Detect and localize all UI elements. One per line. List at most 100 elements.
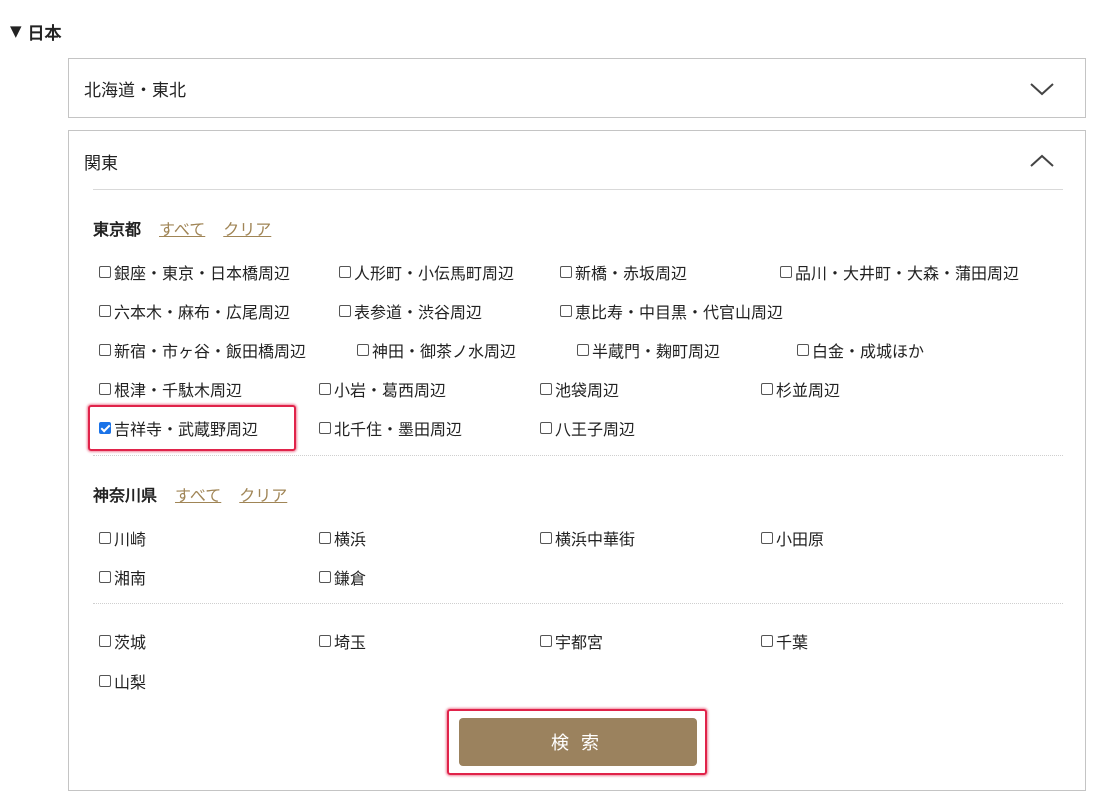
- option-label: 北千住・墨田周辺: [334, 420, 463, 439]
- checkbox[interactable]: [99, 675, 111, 687]
- option-label: 新橋・赤坂周辺: [575, 264, 688, 283]
- checkbox-option[interactable]: 埼玉: [319, 629, 366, 653]
- checkbox[interactable]: [319, 383, 331, 395]
- prefecture-name: 神奈川県: [93, 486, 158, 505]
- checkbox-option[interactable]: 神田・御茶ノ水周辺: [357, 338, 516, 362]
- checkbox[interactable]: [99, 571, 111, 583]
- option-label: 茨城: [114, 633, 147, 652]
- option-label: 恵比寿・中目黒・代官山周辺: [575, 303, 784, 322]
- checkbox-option[interactable]: 白金・成城ほか: [797, 338, 924, 362]
- option-label: 鎌倉: [334, 569, 367, 588]
- accordion-title[interactable]: 関東: [84, 149, 118, 174]
- select-all-link[interactable]: すべて: [175, 482, 221, 506]
- checkbox[interactable]: [339, 266, 351, 278]
- option-label: 横浜: [334, 530, 367, 549]
- checkbox[interactable]: [761, 635, 773, 647]
- checkbox[interactable]: [560, 305, 572, 317]
- checkbox-checked[interactable]: [99, 422, 111, 434]
- checkbox-option[interactable]: 小岩・葛西周辺: [319, 377, 446, 401]
- checkbox[interactable]: [540, 635, 552, 647]
- checkbox-option[interactable]: 北千住・墨田周辺: [319, 416, 462, 440]
- checkbox-option[interactable]: 鎌倉: [319, 565, 366, 589]
- section-header-japan[interactable]: ▼ 日本: [10, 18, 62, 44]
- prefecture-name: 東京都: [93, 220, 142, 239]
- option-label: 山梨: [114, 673, 147, 692]
- divider: [93, 189, 1063, 190]
- accordion-hokkaido-tohoku[interactable]: 北海道・東北: [68, 58, 1086, 118]
- checkbox-option[interactable]: 恵比寿・中目黒・代官山周辺: [560, 299, 783, 323]
- triangle-down-icon: ▼: [10, 22, 22, 40]
- option-label: 六本木・麻布・広尾周辺: [114, 303, 291, 322]
- checkbox[interactable]: [577, 344, 589, 356]
- divider: [93, 455, 1063, 456]
- prefecture-row-kanagawa: 神奈川県 すべて クリア: [93, 482, 287, 506]
- checkbox[interactable]: [319, 571, 331, 583]
- option-label: 杉並周辺: [776, 381, 841, 400]
- option-label: 横浜中華街: [555, 530, 636, 549]
- accordion-kanto: 関東 東京都 すべて クリア 銀座・東京・日本橋周辺 人形町・小伝馬町周辺 新橋・赤…: [68, 130, 1086, 791]
- option-label: 小岩・葛西周辺: [334, 381, 447, 400]
- checkbox-option[interactable]: 根津・千駄木周辺: [99, 377, 242, 401]
- checkbox-option[interactable]: 千葉: [761, 629, 808, 653]
- checkbox[interactable]: [540, 422, 552, 434]
- divider: [93, 603, 1063, 604]
- checkbox[interactable]: [560, 266, 572, 278]
- checkbox[interactable]: [540, 383, 552, 395]
- checkbox-option[interactable]: 八王子周辺: [540, 416, 635, 440]
- checkbox-option[interactable]: 小田原: [761, 526, 824, 550]
- checkbox[interactable]: [357, 344, 369, 356]
- checkbox-option[interactable]: 品川・大井町・大森・蒲田周辺: [780, 260, 1019, 284]
- checkbox[interactable]: [99, 532, 111, 544]
- checkbox[interactable]: [319, 635, 331, 647]
- checkbox-option[interactable]: 銀座・東京・日本橋周辺: [99, 260, 290, 284]
- option-label: 池袋周辺: [555, 381, 620, 400]
- checkbox-option[interactable]: 湘南: [99, 565, 146, 589]
- checkbox-option[interactable]: 人形町・小伝馬町周辺: [339, 260, 514, 284]
- search-button[interactable]: 検索: [459, 718, 697, 766]
- checkbox[interactable]: [99, 305, 111, 317]
- checkbox[interactable]: [99, 383, 111, 395]
- checkbox[interactable]: [797, 344, 809, 356]
- checkbox[interactable]: [761, 383, 773, 395]
- checkbox-option[interactable]: 横浜: [319, 526, 366, 550]
- option-label: 小田原: [776, 530, 825, 549]
- checkbox-option[interactable]: 新宿・市ヶ谷・飯田橋周辺: [99, 338, 306, 362]
- option-label: 白金・成城ほか: [812, 342, 925, 361]
- checkbox-option[interactable]: 川崎: [99, 526, 146, 550]
- checkbox[interactable]: [761, 532, 773, 544]
- checkbox-option[interactable]: 池袋周辺: [540, 377, 619, 401]
- checkbox[interactable]: [339, 305, 351, 317]
- clear-link[interactable]: クリア: [223, 216, 271, 240]
- checkbox[interactable]: [319, 422, 331, 434]
- option-label: 神田・御茶ノ水周辺: [372, 342, 517, 361]
- checkbox-option[interactable]: 半蔵門・麹町周辺: [577, 338, 720, 362]
- checkbox-option[interactable]: 杉並周辺: [761, 377, 840, 401]
- clear-link[interactable]: クリア: [239, 482, 287, 506]
- page: ▼ 日本 北海道・東北 関東 東京都 すべて クリア 銀座・東京・日本橋周辺 人形…: [0, 0, 1093, 793]
- checkbox[interactable]: [99, 635, 111, 647]
- checkbox[interactable]: [99, 344, 111, 356]
- select-all-link[interactable]: すべて: [159, 216, 205, 240]
- option-label: 埼玉: [334, 633, 367, 652]
- checkbox-option[interactable]: 茨城: [99, 629, 146, 653]
- checkbox-option[interactable]: 吉祥寺・武蔵野周辺: [99, 416, 258, 440]
- section-title: 日本: [27, 23, 62, 44]
- checkbox-option[interactable]: 山梨: [99, 669, 146, 693]
- checkbox[interactable]: [319, 532, 331, 544]
- option-label: 千葉: [776, 633, 809, 652]
- option-label: 品川・大井町・大森・蒲田周辺: [795, 264, 1020, 283]
- checkbox-option[interactable]: 表参道・渋谷周辺: [339, 299, 482, 323]
- option-label: 人形町・小伝馬町周辺: [354, 264, 515, 283]
- accordion-title: 北海道・東北: [84, 81, 186, 101]
- checkbox-option[interactable]: 六本木・麻布・広尾周辺: [99, 299, 290, 323]
- chevron-down-icon[interactable]: [1029, 81, 1055, 97]
- checkbox[interactable]: [99, 266, 111, 278]
- checkbox-option[interactable]: 宇都宮: [540, 629, 603, 653]
- checkbox[interactable]: [540, 532, 552, 544]
- checkbox-option[interactable]: 新橋・赤坂周辺: [560, 260, 687, 284]
- option-label: 半蔵門・麹町周辺: [592, 342, 721, 361]
- chevron-up-icon[interactable]: [1029, 153, 1055, 169]
- checkbox-option[interactable]: 横浜中華街: [540, 526, 635, 550]
- option-label: 銀座・東京・日本橋周辺: [114, 264, 291, 283]
- checkbox[interactable]: [780, 266, 792, 278]
